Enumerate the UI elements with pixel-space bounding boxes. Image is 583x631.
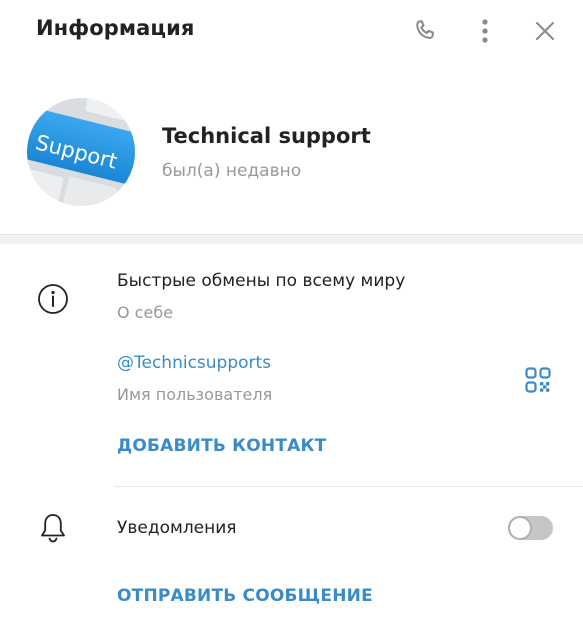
- notifications-label: Уведомления: [117, 518, 237, 538]
- more-vertical-icon: [482, 19, 488, 43]
- row-divider: [114, 486, 583, 487]
- username-link[interactable]: @Technicsupports: [117, 353, 271, 373]
- more-button[interactable]: [469, 15, 501, 47]
- bio-caption: О себе: [117, 303, 174, 322]
- section-divider: [0, 234, 583, 244]
- notifications-toggle[interactable]: [508, 516, 553, 540]
- user-info-panel: Информация Support Technical support был…: [0, 0, 583, 631]
- avatar[interactable]: Support: [27, 98, 135, 206]
- call-button[interactable]: [409, 15, 441, 47]
- bio-text: Быстрые обмены по всему миру: [117, 271, 406, 291]
- profile-status: был(а) недавно: [162, 161, 302, 181]
- panel-title: Информация: [36, 16, 195, 40]
- phone-icon: [416, 20, 434, 39]
- toggle-knob: [508, 516, 532, 540]
- bell-icon: [41, 514, 65, 543]
- profile-section: Support Technical support был(а) недавно: [0, 62, 583, 234]
- add-contact-button[interactable]: ДОБАВИТЬ КОНТАКТ: [117, 436, 326, 456]
- send-message-button[interactable]: ОТПРАВИТЬ СООБЩЕНИЕ: [117, 586, 373, 606]
- profile-name: Technical support: [162, 124, 371, 148]
- close-icon: [536, 22, 554, 40]
- panel-header: Информация: [0, 0, 583, 62]
- info-icon: [38, 284, 68, 314]
- username-caption: Имя пользователя: [117, 385, 273, 404]
- close-button[interactable]: [529, 15, 561, 47]
- qr-code-icon[interactable]: [524, 366, 552, 394]
